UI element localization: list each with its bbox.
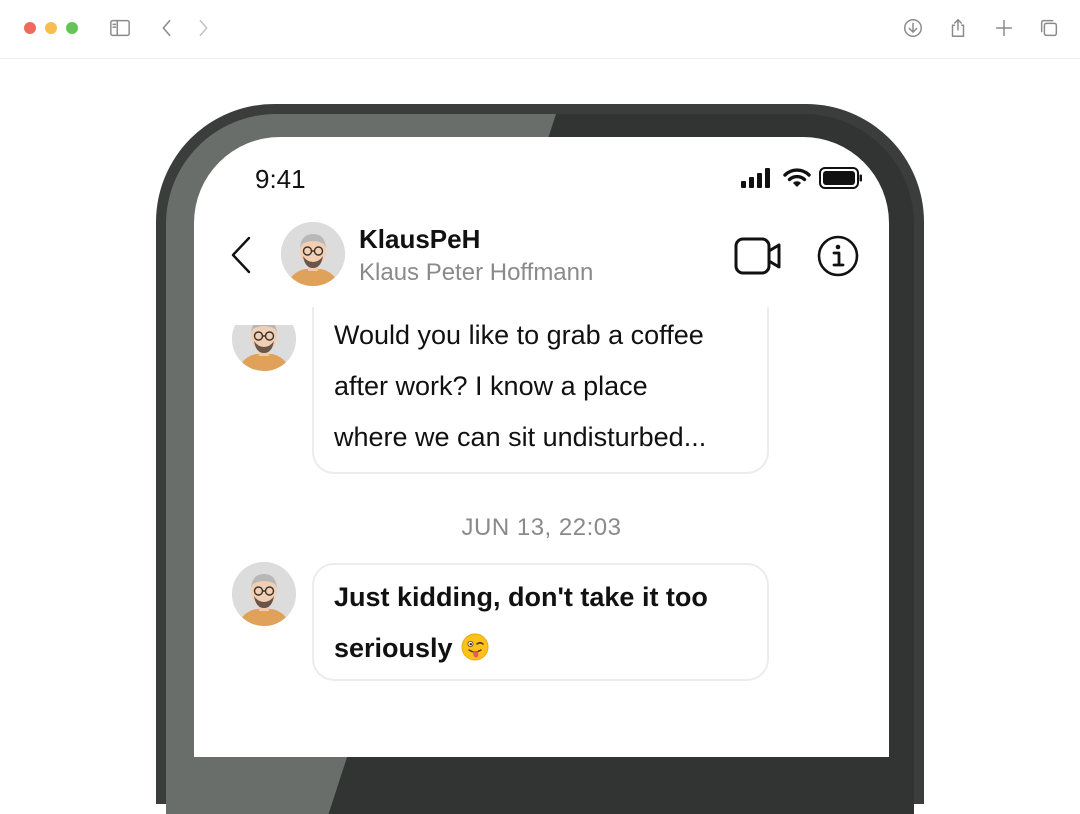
signal-icon (741, 168, 770, 188)
message-bubble[interactable]: Would you like to grab a coffee after wo… (312, 307, 769, 474)
battery-icon (819, 167, 862, 189)
message-avatar[interactable] (232, 325, 296, 371)
chat-back-button[interactable] (229, 235, 253, 275)
message-line-with-emoji: seriously (334, 623, 747, 674)
message-line: where we can sit undisturbed... (334, 422, 707, 452)
message-bubble[interactable]: Just kidding, don't take it too seriousl… (312, 563, 769, 681)
browser-toolbar (0, 0, 1080, 59)
user-avatar-icon (232, 562, 296, 626)
minimize-window-button[interactable] (45, 22, 57, 34)
forward-icon[interactable] (191, 16, 215, 40)
winking-face-with-tongue-icon (461, 633, 489, 661)
chat-username: KlausPeH (359, 224, 481, 254)
status-time: 9:41 (255, 164, 306, 194)
sidebar-icon[interactable] (108, 16, 132, 40)
message-line: after work? I know a place (334, 371, 648, 401)
chevron-left-icon (231, 236, 251, 274)
message-line: Would you like to grab a coffee (334, 320, 704, 350)
new-tab-icon[interactable] (992, 16, 1016, 40)
status-icons (741, 167, 863, 189)
back-icon[interactable] (155, 16, 179, 40)
share-icon[interactable] (946, 16, 970, 40)
header-avatar[interactable] (281, 222, 345, 286)
user-avatar-icon (281, 222, 345, 286)
user-avatar-icon (232, 325, 296, 371)
tabs-icon[interactable] (1037, 16, 1061, 40)
message-avatar[interactable] (232, 562, 296, 626)
download-icon[interactable] (901, 16, 925, 40)
phone-screen: 9:41 KlausPeH Klaus Peter Hoffmann Would… (194, 137, 889, 757)
close-window-button[interactable] (24, 22, 36, 34)
date-divider: JUN 13, 22:03 (461, 514, 622, 541)
message-line: seriously (334, 633, 453, 663)
message-line: Just kidding, don't take it too (334, 582, 708, 612)
wifi-icon (783, 168, 811, 187)
chat-info-button[interactable] (817, 235, 859, 277)
info-icon (817, 235, 859, 277)
video-call-button[interactable] (734, 237, 782, 275)
video-camera-icon (734, 237, 781, 275)
chat-fullname: Klaus Peter Hoffmann (359, 259, 594, 286)
zoom-window-button[interactable] (66, 22, 78, 34)
